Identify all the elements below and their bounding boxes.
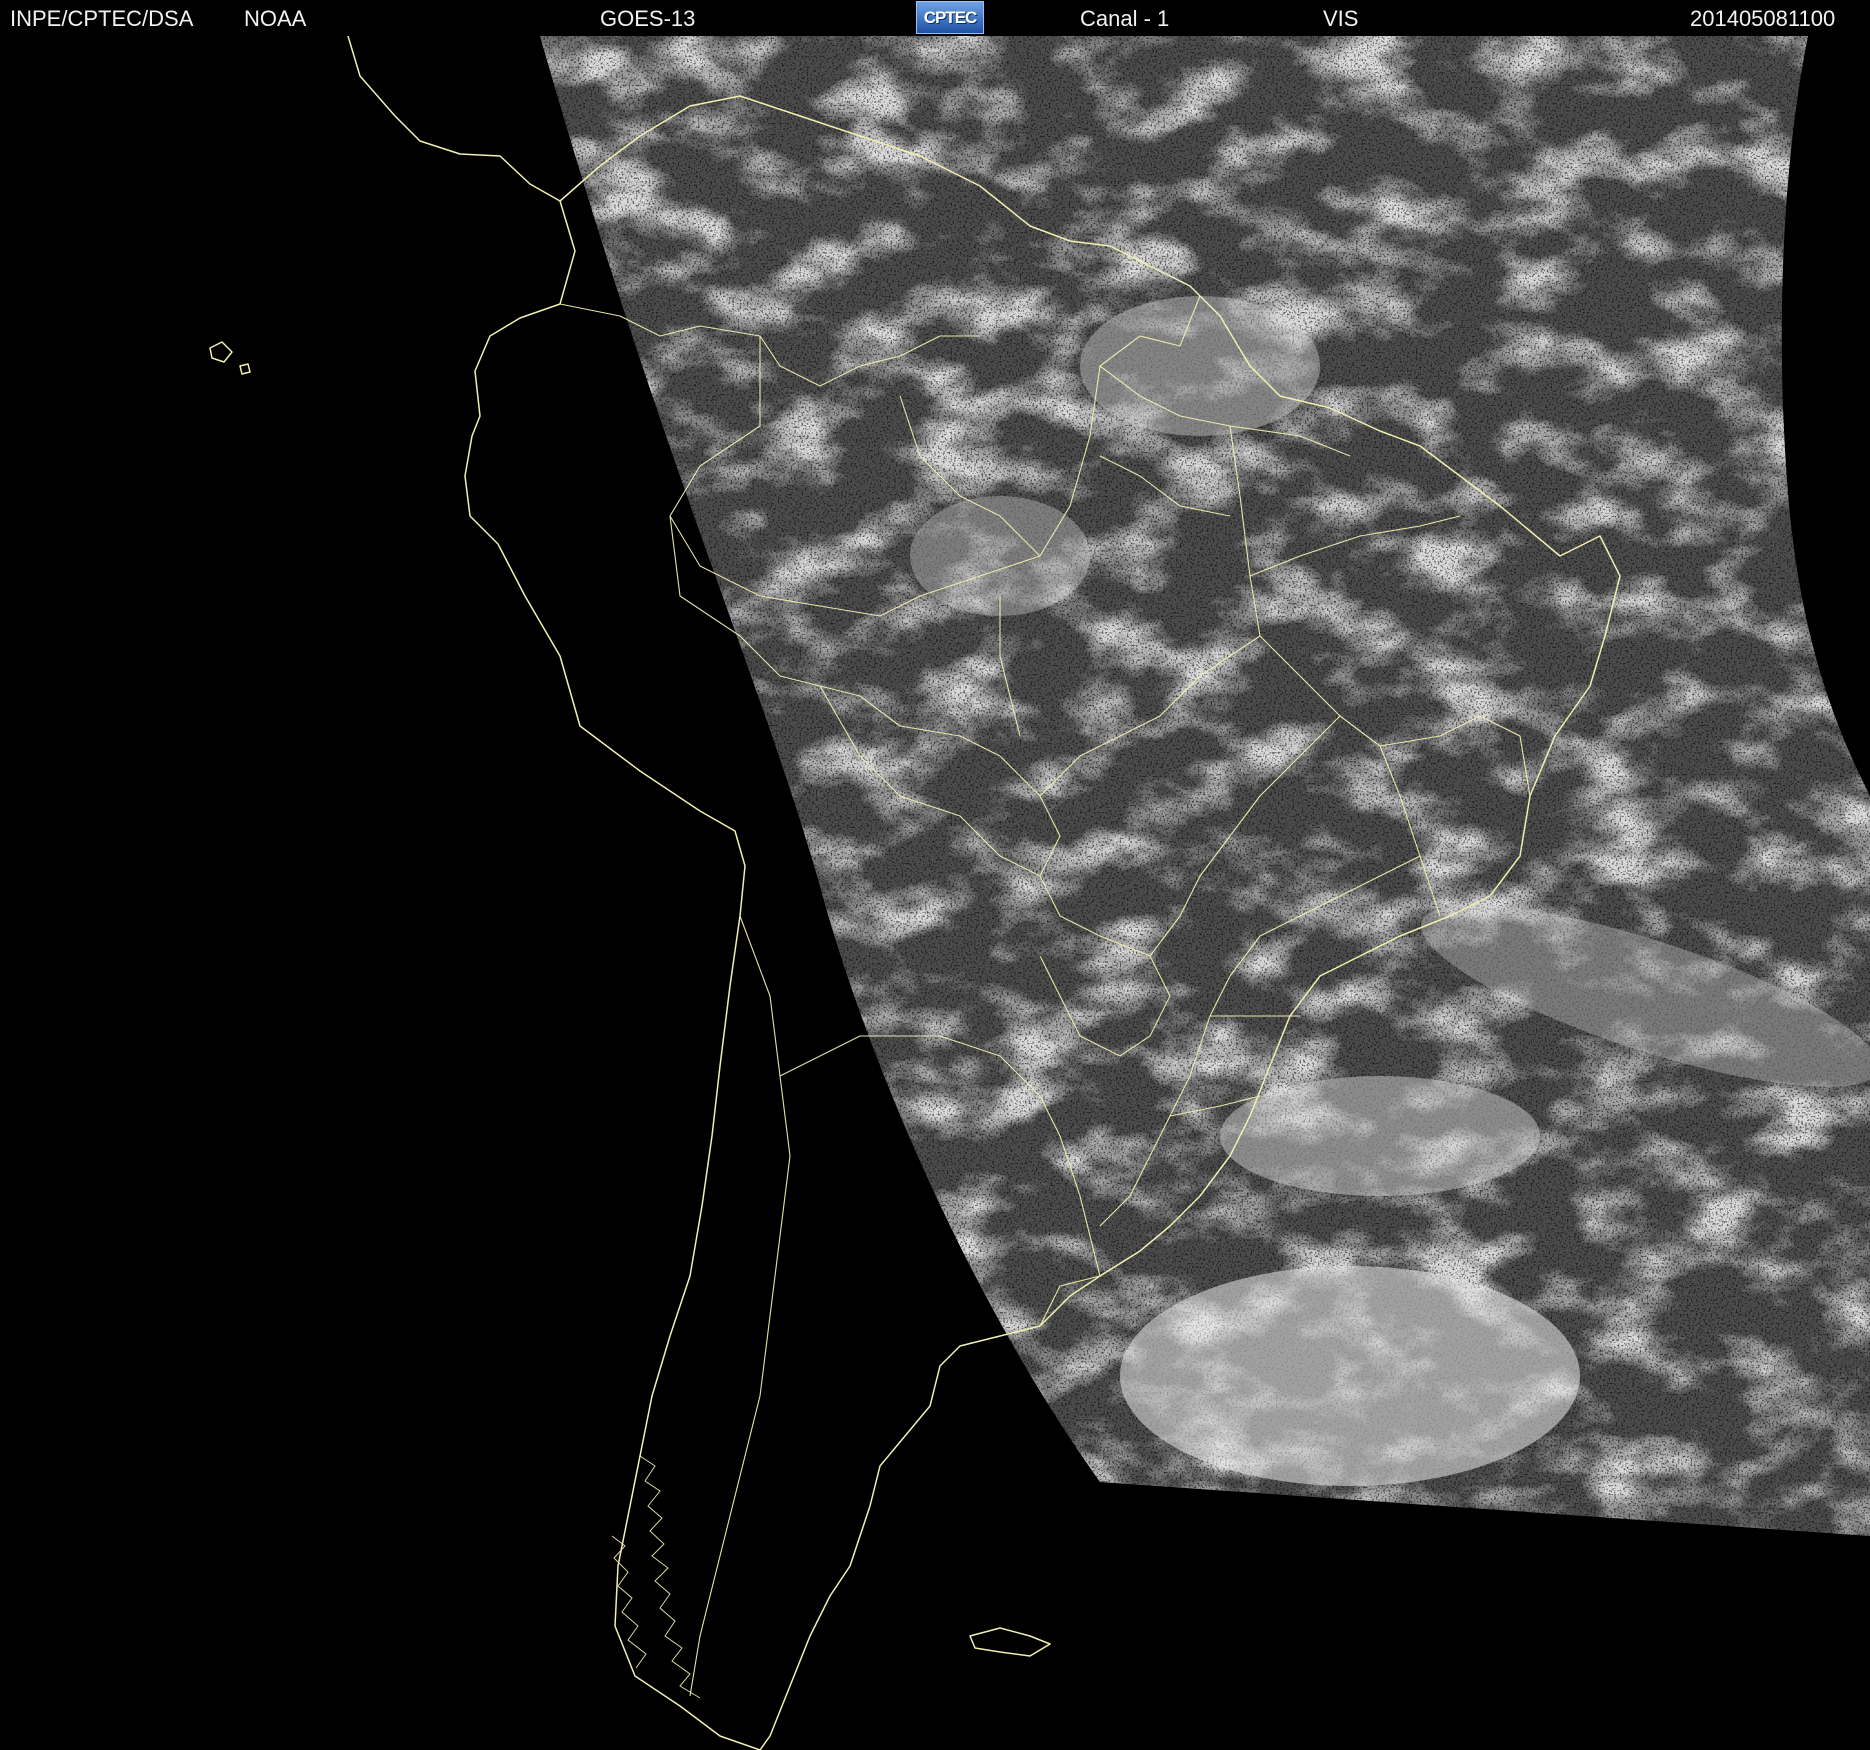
satellite-label: GOES-13: [600, 6, 696, 31]
channel-label: Canal - 1: [1080, 6, 1170, 31]
fjord-lines-2: [611, 1535, 647, 1669]
cptec-logo-text: CPTEC: [923, 7, 978, 27]
falkland-islands: [969, 1627, 1051, 1657]
border-argentina-chile: [689, 915, 791, 1697]
frontal-cloud: [1220, 1076, 1540, 1196]
patagonia-fjords: [611, 1455, 701, 1699]
header-bar: INPE/CPTEC/DSA NOAA GOES-13 CPTEC Canal …: [0, 0, 1870, 36]
galapagos-islands: [209, 341, 251, 375]
band-label: VIS: [1323, 6, 1359, 31]
dark-speckle: [540, 36, 1870, 1536]
convective-cloud: [1080, 296, 1320, 436]
fjord-lines: [639, 1455, 701, 1699]
cyclone-cloud: [1120, 1266, 1580, 1486]
provider-label: NOAA: [244, 6, 307, 31]
cptec-logo: CPTEC: [916, 1, 984, 34]
imagery-swath: [540, 36, 1870, 1536]
timestamp-label: 201405081100: [1690, 6, 1836, 31]
agency-label: INPE/CPTEC/DSA: [10, 6, 194, 31]
satellite-map: [0, 36, 1870, 1750]
